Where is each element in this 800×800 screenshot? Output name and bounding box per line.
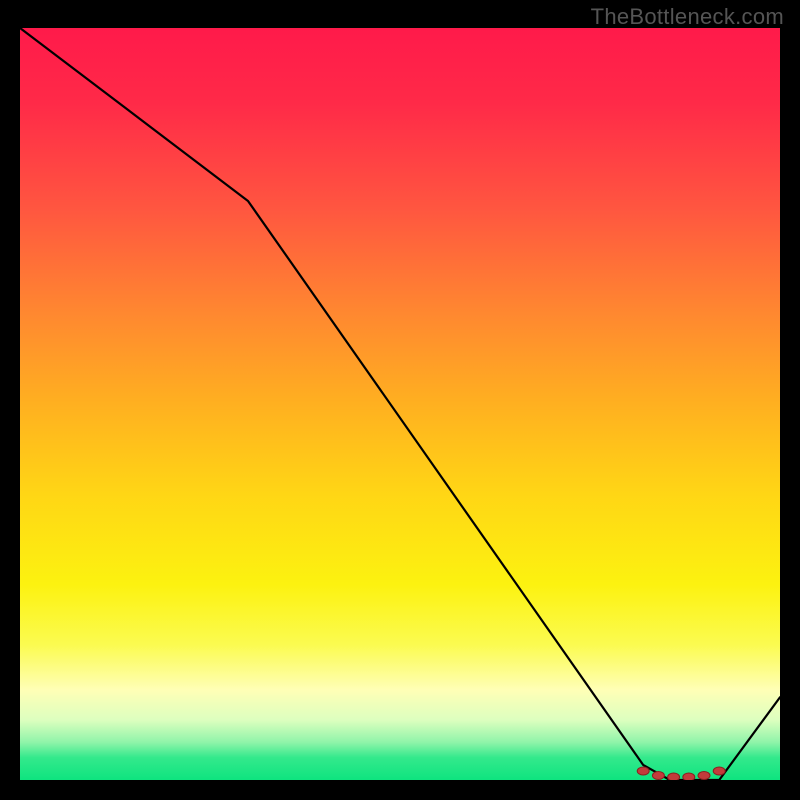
marker-point [713,767,725,775]
marker-point [668,773,680,780]
markers-layer [20,28,780,780]
marker-point [683,773,695,780]
marker-point [637,767,649,775]
chart-stage: TheBottleneck.com [0,0,800,800]
plot-area [20,28,780,780]
marker-point [652,771,664,779]
attribution-text: TheBottleneck.com [591,4,784,30]
marker-point [698,771,710,779]
